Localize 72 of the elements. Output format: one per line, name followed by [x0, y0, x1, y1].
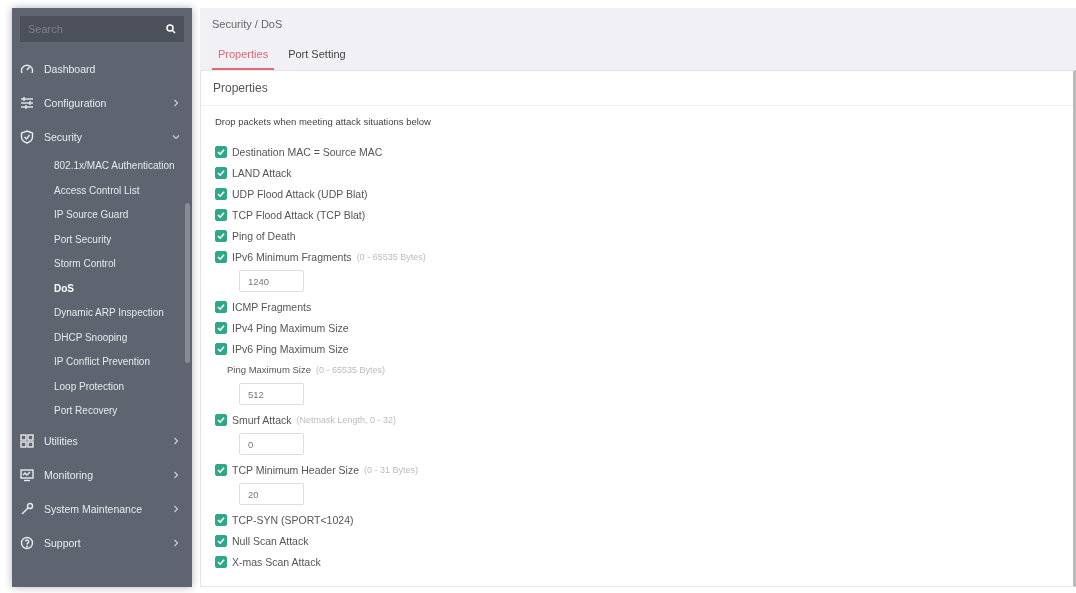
checkbox[interactable] — [215, 208, 227, 221]
gauge-icon — [20, 62, 34, 76]
checkbox-label: Destination MAC = Source MAC — [232, 145, 383, 158]
input-field[interactable]: 20 — [239, 483, 304, 505]
submenu-item[interactable]: 802.1x/MAC Authentication — [12, 154, 192, 179]
checkbox[interactable] — [215, 166, 227, 179]
checkbox[interactable] — [215, 534, 227, 547]
range-hint: (0 - 65535 Bytes) — [356, 251, 426, 262]
nav-label: Configuration — [44, 97, 108, 109]
nav-item[interactable]: Security — [12, 120, 192, 154]
nav-label: Monitoring — [44, 468, 95, 481]
checkbox-label: UDP Flood Attack (UDP Blat) — [232, 187, 368, 200]
checkbox-label: TCP Flood Attack (TCP Blat) — [232, 208, 366, 221]
checkbox-label: Ping of Death — [232, 229, 296, 242]
checkbox[interactable] — [215, 229, 227, 242]
checkbox-label: LAND Attack — [232, 166, 292, 179]
submenu-item[interactable]: Access Control List — [12, 178, 192, 203]
nav-label: System Maintenance — [44, 502, 144, 515]
checkbox-label: IPv4 Ping Maximum Size — [232, 321, 349, 334]
checkbox-label: Smurf Attack — [232, 413, 292, 426]
checkbox[interactable] — [215, 342, 227, 355]
checkbox-label: TCP-SYN (SPORT<1024) — [232, 513, 354, 526]
checkbox-label: Null Scan Attack — [232, 534, 309, 547]
input-field[interactable]: 512 — [239, 383, 304, 405]
nav-item[interactable]: Dashboard — [12, 52, 192, 86]
shield-icon — [20, 130, 34, 144]
checkbox-label: X-mas Scan Attack — [232, 555, 321, 568]
nav-item[interactable]: System Maintenance — [12, 491, 192, 526]
checkbox[interactable] — [215, 513, 227, 526]
sliders-icon — [20, 96, 34, 110]
submenu-item[interactable]: IP Conflict Prevention — [12, 350, 192, 375]
checkbox-label: TCP Minimum Header Size — [232, 463, 359, 476]
checkbox-label: IPv6 Minimum Fragments — [232, 250, 352, 263]
checkbox[interactable] — [215, 321, 227, 334]
nav-label: Support — [44, 536, 82, 549]
panel-title: Properties — [201, 71, 1073, 106]
nav-label: Utilities — [44, 434, 79, 447]
submenu-item[interactable]: DHCP Snooping — [12, 325, 192, 350]
checkbox[interactable] — [215, 555, 227, 568]
submenu-item[interactable]: Port Security — [12, 227, 192, 252]
submenu-item[interactable]: Port Recovery — [12, 399, 192, 424]
wrench-icon — [20, 501, 34, 516]
checkbox[interactable] — [215, 463, 227, 476]
search-icon — [166, 24, 176, 34]
nav-item[interactable]: Utilities — [12, 423, 192, 458]
nav-label: Dashboard — [44, 63, 97, 75]
breadcrumb: Security / DoS — [212, 18, 284, 32]
monitor-icon — [20, 467, 34, 482]
submenu-item[interactable]: Storm Control — [12, 252, 192, 277]
input-field[interactable]: 1240 — [239, 270, 304, 292]
nav-label: Security — [44, 131, 83, 143]
checkbox[interactable] — [215, 300, 227, 313]
submenu-item[interactable]: Dynamic ARP Inspection — [12, 301, 192, 326]
submenu-item[interactable]: Loop Protection — [12, 374, 192, 399]
grid-icon — [20, 433, 34, 448]
field-label: Ping Maximum Size — [227, 364, 311, 375]
input-field[interactable]: 0 — [239, 433, 304, 455]
checkbox-label: IPv6 Ping Maximum Size — [232, 342, 349, 355]
tab[interactable]: Port Setting — [282, 44, 352, 70]
submenu-item[interactable]: IP Source Guard — [12, 203, 192, 228]
nav-item[interactable]: Support — [12, 525, 192, 560]
support-icon — [20, 535, 34, 550]
intro-text: Drop packets when meeting attack situations below — [215, 116, 432, 127]
checkbox[interactable] — [215, 250, 227, 263]
nav-item[interactable]: Configuration — [12, 86, 192, 120]
checkbox[interactable] — [215, 413, 227, 426]
submenu-item[interactable]: DoS — [12, 276, 192, 301]
scrollbar[interactable] — [185, 203, 190, 363]
checkbox[interactable] — [215, 187, 227, 200]
nav-item[interactable]: Monitoring — [12, 457, 192, 492]
checkbox-label: ICMP Fragments — [232, 300, 312, 313]
checkbox[interactable] — [215, 145, 227, 158]
